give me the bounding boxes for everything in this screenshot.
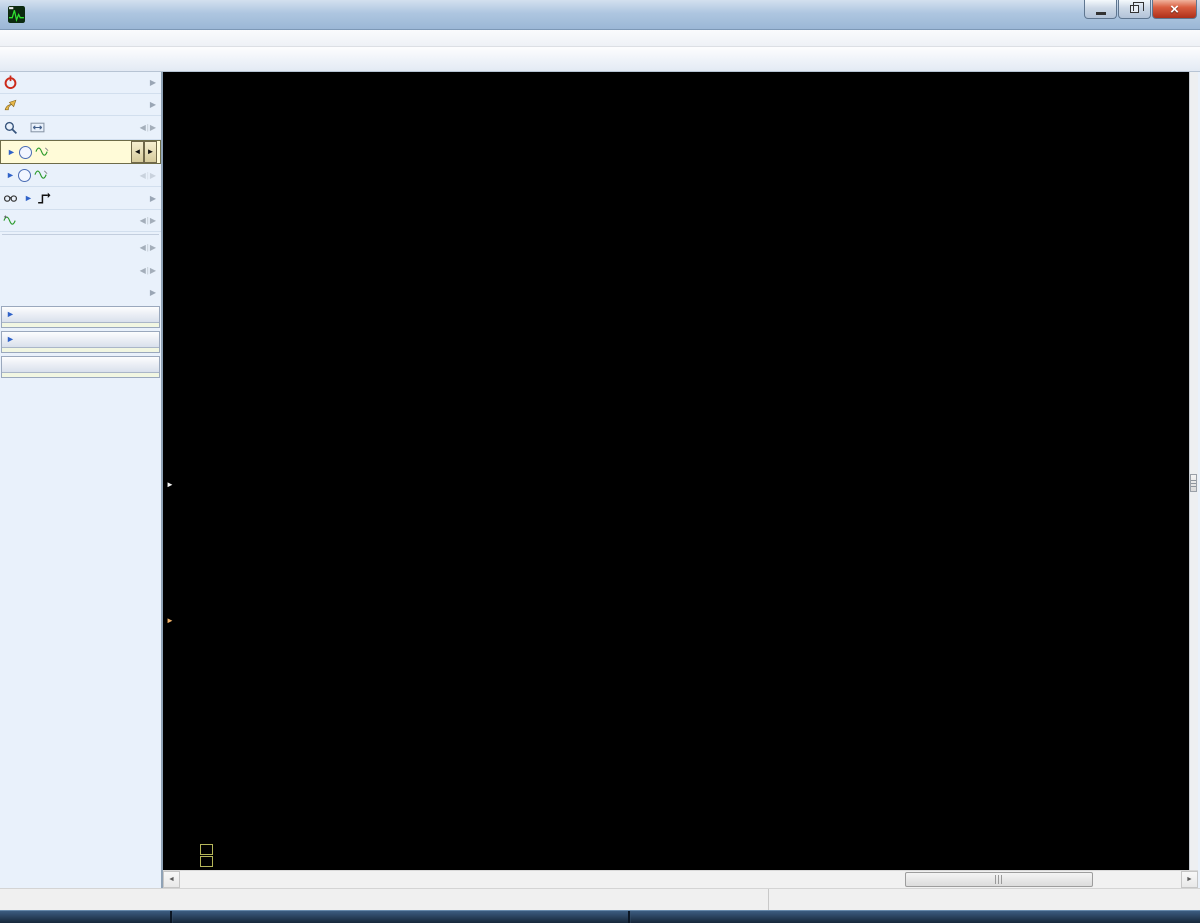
phase-row[interactable]: ▶ bbox=[0, 282, 161, 302]
horizontal-scroll-thumb[interactable] bbox=[905, 872, 1093, 887]
vertical-scrollbar[interactable] bbox=[1189, 72, 1198, 870]
restore-button[interactable] bbox=[1118, 0, 1151, 19]
app-icon bbox=[8, 6, 25, 23]
scroll-left-button[interactable]: ◄ bbox=[163, 871, 180, 888]
panel2-arrow-icon: ► bbox=[6, 334, 15, 344]
toolbar bbox=[0, 47, 1200, 72]
binoculars-icon bbox=[3, 191, 18, 205]
expand-arrow-icon[interactable]: ▶ bbox=[150, 78, 158, 87]
expand-arrow-icon[interactable]: ▶ bbox=[150, 100, 158, 109]
spin-arrows-icon[interactable]: ◀|▶ bbox=[140, 243, 158, 252]
probe1-icon bbox=[19, 146, 32, 159]
close-button[interactable]: × bbox=[1152, 0, 1197, 19]
scope-canvas[interactable] bbox=[163, 72, 1198, 870]
measure-panel-in2: ► bbox=[1, 331, 160, 353]
spin-arrows-icon[interactable]: ◀|▶ bbox=[140, 171, 158, 180]
power-icon bbox=[3, 76, 18, 90]
waveform-edit-icon bbox=[34, 168, 49, 182]
expand-arrow-icon[interactable]: ▶ bbox=[150, 288, 158, 297]
windows-taskbar[interactable] bbox=[0, 910, 1200, 923]
control-sidebar: ▶ ▶ ◀|▶ ► bbox=[0, 72, 163, 888]
spin-arrows-icon[interactable]: ◀|▶ bbox=[140, 123, 158, 132]
position-time-row[interactable]: ◀|▶ bbox=[0, 210, 161, 232]
channel2-row[interactable]: ► ◀|▶ bbox=[0, 164, 161, 187]
scroll-right-button[interactable]: ► bbox=[1181, 871, 1198, 888]
probe2-icon bbox=[18, 169, 31, 182]
taskbar-separator bbox=[628, 911, 630, 923]
status-bar bbox=[0, 888, 1200, 910]
restore-icon bbox=[1130, 5, 1139, 13]
channel1-row[interactable]: ► ◄► bbox=[0, 140, 161, 164]
cursor-a-tag[interactable] bbox=[200, 844, 213, 855]
spin-arrows-icon[interactable]: ◀|▶ bbox=[140, 266, 158, 275]
title-bar[interactable]: × bbox=[0, 0, 1200, 30]
trigger-arrow-icon: ► bbox=[24, 193, 33, 203]
trigger-row[interactable]: ► ▶ bbox=[0, 187, 161, 210]
vertical-scroll-handle[interactable] bbox=[1190, 474, 1197, 492]
cursor-b-tag[interactable] bbox=[200, 856, 213, 867]
sidebar-separator bbox=[2, 232, 159, 235]
cursor-a-row[interactable]: ◀|▶ bbox=[0, 236, 161, 259]
channel2-arrow-icon: ► bbox=[6, 170, 15, 180]
measure-panel-in1: ► bbox=[1, 306, 160, 328]
channel1-spinner[interactable]: ◄► bbox=[131, 141, 157, 163]
trigger-edge-icon bbox=[36, 191, 51, 205]
expand-arrow-icon[interactable]: ▶ bbox=[150, 194, 158, 203]
waveform-edit-icon bbox=[35, 145, 50, 159]
signal-time-icon bbox=[3, 214, 18, 228]
minimize-button[interactable] bbox=[1084, 0, 1117, 19]
taskbar-separator bbox=[170, 911, 172, 923]
channel1-arrow-icon: ► bbox=[7, 147, 16, 157]
channel1-marker[interactable]: ► bbox=[166, 476, 174, 490]
panel1-arrow-icon: ► bbox=[6, 309, 15, 319]
channel2-marker[interactable]: ► bbox=[166, 612, 174, 626]
modes-row[interactable]: ▶ bbox=[0, 94, 161, 116]
measure-panel-interval bbox=[1, 356, 160, 378]
menu-bar bbox=[0, 30, 1200, 47]
file-total-time bbox=[768, 889, 1200, 910]
spin-arrows-icon[interactable]: ◀|▶ bbox=[140, 216, 158, 225]
zoom-scale-icon bbox=[3, 121, 18, 135]
scope-display[interactable]: ► ► bbox=[163, 72, 1198, 870]
scale-row[interactable]: ◀|▶ bbox=[0, 116, 161, 140]
cursor-b-row[interactable]: ◀|▶ bbox=[0, 259, 161, 282]
horizontal-scrollbar[interactable]: ◄ ► bbox=[163, 870, 1198, 888]
minimize-icon bbox=[1096, 12, 1106, 15]
spin-forward-icon[interactable]: ► bbox=[144, 141, 157, 163]
spin-back-icon[interactable]: ◄ bbox=[131, 141, 144, 163]
close-icon: × bbox=[1170, 1, 1179, 18]
start-device-row[interactable]: ▶ bbox=[0, 72, 161, 94]
app-window: × ▶ ▶ bbox=[0, 0, 1200, 923]
modes-icon bbox=[3, 98, 18, 112]
sweep-icon bbox=[30, 121, 45, 135]
